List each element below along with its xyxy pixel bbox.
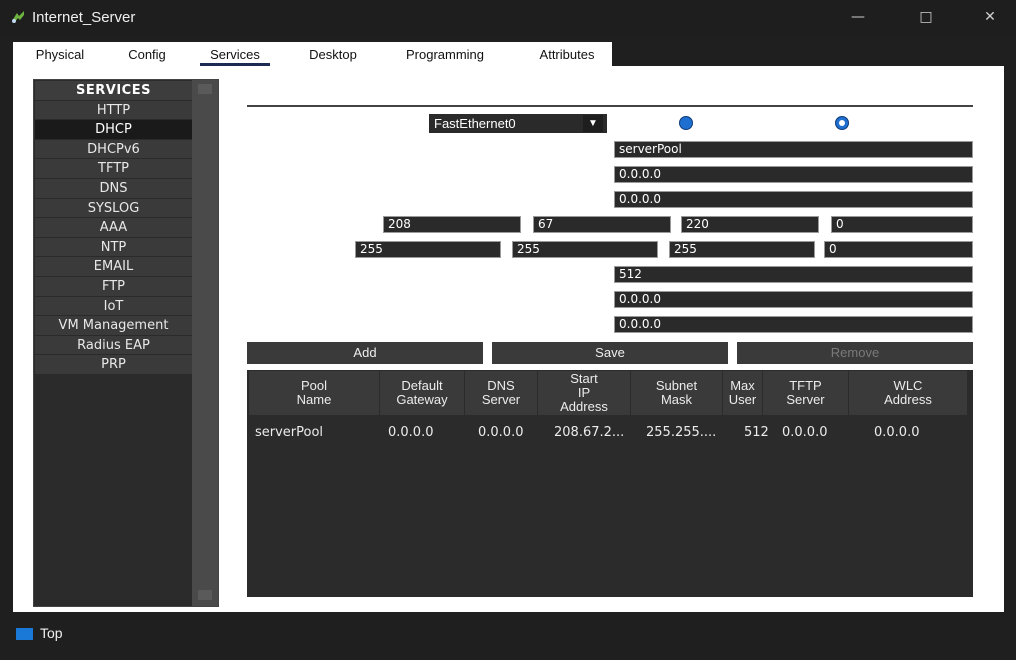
app-window: Internet_Server — □ ✕ Physical Config Se… [0,0,1016,660]
column-header-tftp-server[interactable]: TFTP Server [763,371,849,415]
column-header-subnet-mask[interactable]: Subnet Mask [631,371,723,415]
sidebar-item-ftp[interactable]: FTP [35,276,192,297]
cell-default-gateway: 0.0.0.0 [388,425,434,440]
sidebar-item-radius-eap[interactable]: Radius EAP [35,335,192,356]
service-on-radio[interactable] [835,116,849,130]
status-bar: Top [0,618,1016,660]
column-header-start-ip[interactable]: Start IP Address [538,371,631,415]
tab-programming[interactable]: Programming [389,42,501,68]
minimize-button[interactable]: — [836,4,880,30]
tab-services-label: Services [210,47,260,62]
active-tab-indicator [200,63,270,66]
sidebar-item-http[interactable]: HTTP [35,100,192,121]
cell-wlc-address: 0.0.0.0 [874,425,920,440]
services-header: SERVICES [35,81,192,101]
top-checkbox[interactable] [16,628,33,640]
column-header-dns-server[interactable]: DNS Server [465,371,538,415]
tab-config[interactable]: Config [117,42,177,68]
interface-select-value: FastEthernet0 [434,116,516,131]
sidebar-item-syslog[interactable]: SYSLOG [35,198,192,219]
tab-desktop[interactable]: Desktop [299,42,367,68]
sidebar-item-dhcpv6[interactable]: DHCPv6 [35,139,192,160]
sidebar-item-ntp[interactable]: NTP [35,237,192,258]
scroll-up-icon[interactable] [198,84,212,94]
default-gateway-input[interactable]: 0.0.0.0 [614,166,973,183]
pool-name-input[interactable]: serverPool [614,141,973,158]
sidebar-item-tftp[interactable]: TFTP [35,159,192,179]
tftp-server-input[interactable]: 0.0.0.0 [614,291,973,308]
close-button[interactable]: ✕ [968,4,1012,30]
table-row[interactable]: serverPool 0.0.0.0 0.0.0.0 208.67.2... 2… [249,424,967,442]
column-header-wlc-address[interactable]: WLC Address [849,371,967,415]
cell-max-user: 512 [744,425,769,440]
services-list: SERVICES HTTP DHCP DHCPv6 TFTP DNS SYSLO… [35,81,192,375]
subnet-mask-octet-4[interactable]: 0 [824,241,973,258]
server-app-icon [12,11,24,23]
column-header-pool-name[interactable]: Pool Name [249,371,380,415]
service-off-radio[interactable] [679,116,693,130]
tab-bar: Physical Config Services Desktop Program… [13,42,1004,68]
sidebar-item-dns[interactable]: DNS [35,178,192,199]
sidebar-item-prp[interactable]: PRP [35,355,192,375]
start-ip-octet-4[interactable]: 0 [831,216,973,233]
cell-tftp-server: 0.0.0.0 [782,425,828,440]
sidebar-item-vm-management[interactable]: VM Management [35,316,192,336]
subnet-mask-octet-2[interactable]: 255 [512,241,658,258]
services-sidebar: SERVICES HTTP DHCP DHCPv6 TFTP DNS SYSLO… [33,79,219,607]
top-checkbox-label: Top [40,625,63,641]
start-ip-octet-3[interactable]: 220 [681,216,819,233]
scroll-down-icon[interactable] [198,590,212,600]
column-header-max-user[interactable]: Max User [723,371,763,415]
dhcp-pool-table: Pool Name Default Gateway DNS Server Sta… [247,370,973,597]
column-header-default-gateway[interactable]: Default Gateway [380,371,465,415]
tab-services[interactable]: Services [196,42,274,68]
sidebar-item-iot[interactable]: IoT [35,296,192,317]
remove-button[interactable]: Remove [737,342,973,364]
sidebar-scrollbar[interactable] [192,80,218,606]
wlc-address-input[interactable]: 0.0.0.0 [614,316,973,333]
table-header: Pool Name Default Gateway DNS Server Sta… [249,371,967,415]
dns-server-input[interactable]: 0.0.0.0 [614,191,973,208]
cell-subnet-mask: 255.255.... [646,425,717,440]
chevron-down-icon[interactable]: ▼ [583,115,603,132]
max-users-input[interactable]: 512 [614,266,973,283]
tab-attributes[interactable]: Attributes [522,42,612,68]
sidebar-item-email[interactable]: EMAIL [35,257,192,277]
interface-select[interactable]: FastEthernet0 ▼ [429,114,607,133]
maximize-button[interactable]: □ [904,4,948,30]
start-ip-octet-2[interactable]: 67 [533,216,671,233]
cell-dns-server: 0.0.0.0 [478,425,524,440]
title-bar: Internet_Server — □ ✕ [0,0,1016,34]
start-ip-octet-1[interactable]: 208 [383,216,521,233]
sidebar-item-aaa[interactable]: AAA [35,218,192,238]
window-title: Internet_Server [32,9,136,26]
tab-physical[interactable]: Physical [23,42,97,68]
cell-pool-name: serverPool [255,425,324,440]
sidebar-item-dhcp[interactable]: DHCP [35,120,192,140]
add-button[interactable]: Add [247,342,483,364]
save-button[interactable]: Save [492,342,728,364]
cell-start-ip: 208.67.2... [554,425,625,440]
subnet-mask-octet-3[interactable]: 255 [669,241,815,258]
subnet-mask-octet-1[interactable]: 255 [355,241,501,258]
section-divider [247,105,973,107]
